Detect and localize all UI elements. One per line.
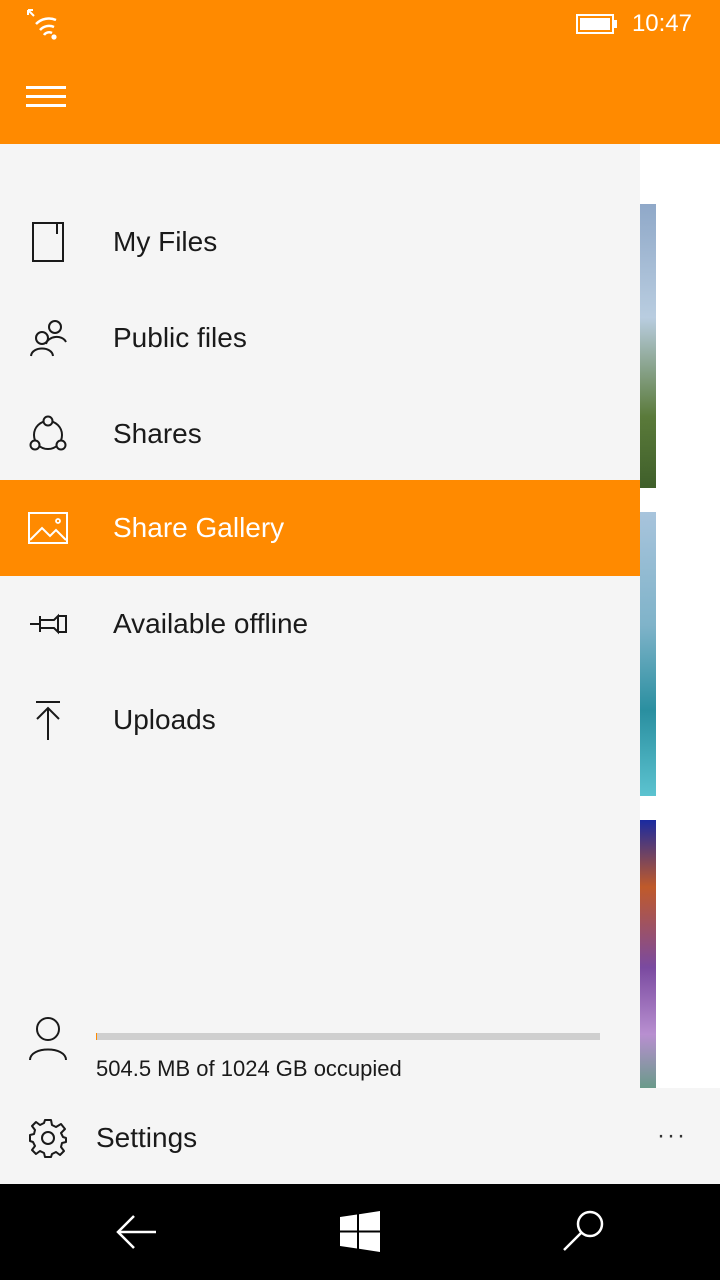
file-icon — [32, 222, 64, 262]
nav-item-label: Public files — [113, 322, 247, 353]
nav-item-label: Shares — [113, 418, 202, 449]
gallery-thumbnail[interactable] — [640, 512, 656, 796]
back-arrow-icon[interactable] — [112, 1208, 160, 1256]
drawer-bottom-bar: Settings ··· — [0, 1088, 720, 1184]
nav-item-label: Available offline — [113, 608, 309, 639]
nav-item-label: My Files — [113, 226, 218, 257]
storage-progress-bar — [96, 1033, 600, 1040]
people-icon — [30, 320, 67, 357]
battery-icon — [576, 14, 617, 34]
nav-item-label: Uploads — [113, 704, 216, 735]
share-icon — [29, 415, 67, 451]
settings-label: Settings — [96, 1122, 198, 1153]
settings-button[interactable]: Settings — [0, 1088, 620, 1184]
system-nav-bar — [0, 1184, 720, 1280]
nav-item-public-files[interactable]: Public files — [0, 290, 640, 386]
nav-item-my-files[interactable]: My Files — [0, 194, 640, 290]
app-bar — [0, 48, 720, 144]
gear-icon — [29, 1119, 67, 1158]
nav-item-share-gallery[interactable]: Share Gallery — [0, 480, 640, 576]
windows-logo-icon[interactable] — [336, 1208, 384, 1256]
hamburger-icon[interactable] — [26, 82, 68, 112]
status-bar: 10:47 — [0, 0, 720, 48]
pin-icon — [30, 613, 67, 635]
nav-item-available-offline[interactable]: Available offline — [0, 576, 640, 672]
nav-item-shares[interactable]: Shares — [0, 386, 640, 482]
user-icon[interactable] — [28, 1016, 68, 1062]
status-time: 10:47 — [631, 10, 692, 37]
wifi-signal-icon — [27, 9, 57, 40]
gallery-thumbnail[interactable] — [640, 204, 656, 488]
picture-icon — [28, 512, 68, 544]
search-icon[interactable] — [560, 1208, 608, 1256]
nav-item-uploads[interactable]: Uploads — [0, 672, 640, 768]
navigation-drawer: My Files Public files Shares Share Galle… — [0, 144, 640, 1088]
upload-icon — [36, 701, 60, 740]
nav-item-label: Share Gallery — [113, 512, 285, 543]
more-options-button[interactable]: ··· — [648, 1118, 696, 1154]
gallery-thumbnail[interactable] — [640, 820, 656, 1088]
storage-usage-text: 504.5 MB of 1024 GB occupied — [96, 1056, 402, 1081]
